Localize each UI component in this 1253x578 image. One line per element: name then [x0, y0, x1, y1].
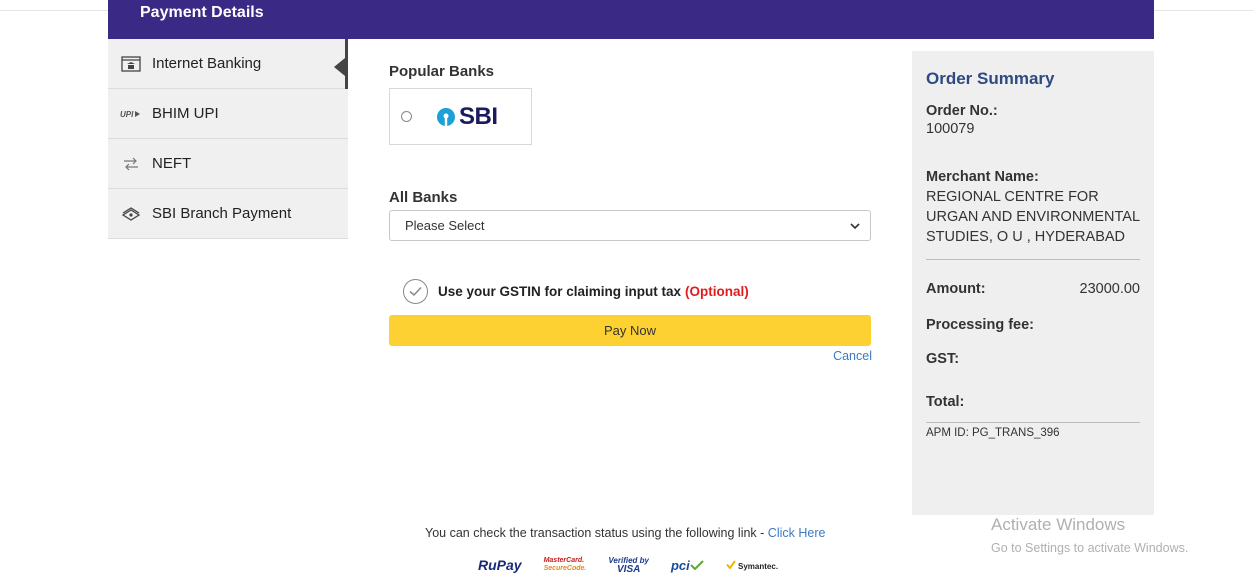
status-text: You can check the transaction status usi… — [425, 526, 768, 540]
bank-icon — [120, 55, 142, 73]
order-no-value: 100079 — [926, 121, 975, 137]
activate-windows-watermark: Activate Windows Go to Settings to activ… — [991, 515, 1188, 555]
all-banks-label: All Banks — [389, 189, 458, 206]
sidebar-item-bhim-upi[interactable]: UPI BHIM UPI — [108, 89, 348, 139]
sbi-logo: SBI — [436, 103, 498, 131]
payment-header: Payment Details — [108, 0, 1154, 39]
merchant-name-label: Merchant Name: — [926, 169, 1039, 185]
summary-divider — [926, 422, 1140, 423]
total-label: Total: — [926, 394, 965, 410]
cash-icon — [120, 205, 142, 223]
sidebar-item-label: SBI Branch Payment — [152, 205, 292, 222]
mastercard-securecode-logo: MasterCard. SecureCode. — [543, 557, 587, 572]
gstin-text: Use your GSTIN for claiming input tax — [438, 284, 682, 299]
svg-text:UPI: UPI — [120, 110, 134, 119]
summary-divider — [926, 259, 1140, 260]
sidebar-item-sbi-branch-payment[interactable]: SBI Branch Payment — [108, 189, 348, 239]
select-value: Please Select — [405, 218, 485, 233]
sidebar-item-label: Internet Banking — [152, 55, 262, 72]
check-circle-icon[interactable] — [403, 279, 428, 304]
watermark-title: Activate Windows — [991, 515, 1126, 534]
merchant-name-value: REGIONAL CENTRE FOR URGAN AND ENVIRONMEN… — [926, 189, 1140, 245]
amount-row: Amount: 23000.00 — [926, 279, 1140, 299]
gst-label: GST: — [926, 351, 960, 367]
upi-icon: UPI — [120, 105, 142, 123]
active-item-indicator — [345, 39, 348, 89]
popular-banks-label: Popular Banks — [389, 63, 495, 80]
gstin-option[interactable]: Use your GSTIN for claiming input tax (O… — [403, 279, 749, 304]
pci-logo: pci — [671, 558, 704, 573]
sbi-logo-text: SBI — [459, 102, 498, 130]
rupay-logo: RuPay — [478, 557, 522, 573]
amount-value: 23000.00 — [1079, 281, 1140, 297]
all-banks-select[interactable]: Please Select — [389, 210, 871, 241]
chevron-down-icon — [850, 218, 860, 233]
watermark-subtitle: Go to Settings to activate Windows. — [991, 541, 1189, 555]
order-summary-panel: Order Summary Order No.: 100079 Merchant… — [912, 51, 1154, 515]
page-title: Payment Details — [140, 4, 264, 21]
sbi-keyhole-icon — [437, 107, 455, 126]
bank-option-sbi[interactable]: SBI — [389, 88, 532, 145]
pci-check-icon — [690, 559, 704, 570]
bank-radio[interactable] — [401, 111, 412, 122]
order-no-label: Order No.: — [926, 103, 998, 119]
active-item-arrow — [334, 58, 345, 76]
transfer-icon — [120, 155, 142, 173]
amount-label: Amount: — [926, 281, 986, 297]
cancel-link[interactable]: Cancel — [833, 349, 872, 363]
gstin-optional-label: (Optional) — [685, 284, 749, 299]
symantec-logo: Symantec. — [726, 559, 778, 571]
processing-fee-label: Processing fee: — [926, 317, 1034, 333]
sidebar-item-internet-banking[interactable]: Internet Banking — [108, 39, 348, 89]
sidebar-item-label: BHIM UPI — [152, 105, 219, 122]
sidebar-item-label: NEFT — [152, 155, 192, 172]
apm-id: APM ID: PG_TRANS_396 — [926, 427, 1060, 439]
symantec-check-icon — [726, 559, 736, 570]
order-summary-title: Order Summary — [926, 69, 1055, 88]
payment-security-logos: RuPay MasterCard. SecureCode. Verified b… — [478, 556, 778, 575]
sidebar-item-neft[interactable]: NEFT — [108, 139, 348, 189]
click-here-link[interactable]: Click Here — [768, 526, 826, 540]
transaction-status-line: You can check the transaction status usi… — [425, 526, 825, 540]
pay-now-button[interactable]: Pay Now — [389, 315, 871, 346]
payment-method-sidebar: Internet Banking UPI BHIM UPI NEFT SBI B… — [108, 39, 348, 239]
verified-by-visa-logo: Verified by VISA — [608, 556, 649, 575]
